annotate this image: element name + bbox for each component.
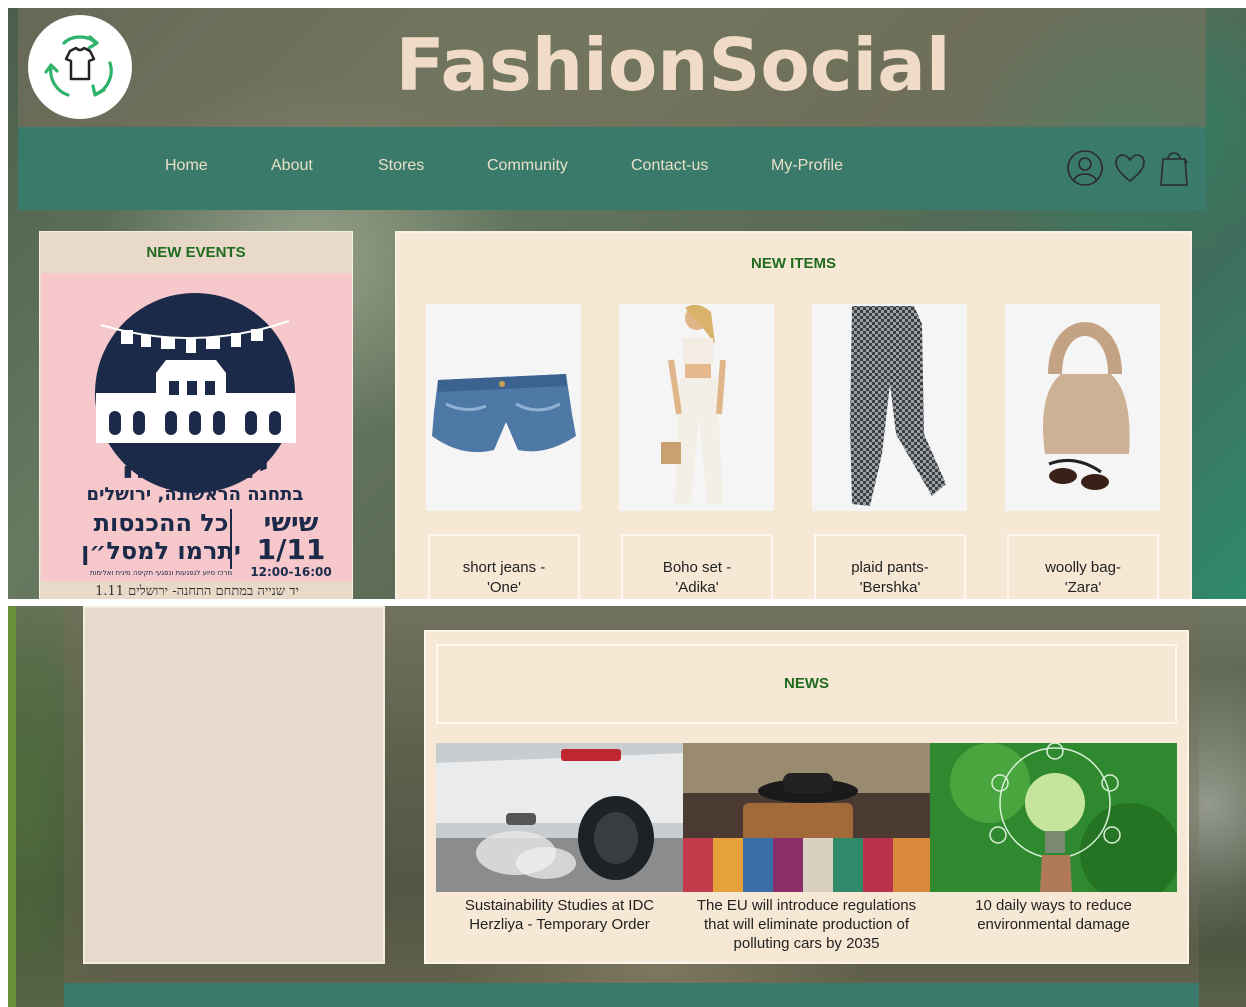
- news-headline-line: 10 daily ways to reduce: [975, 897, 1132, 914]
- news-headline-line: Herzliya - Temporary Order: [469, 916, 650, 933]
- news-article-3[interactable]: 10 daily ways to reduce environmental da…: [930, 896, 1177, 934]
- heart-icon[interactable]: [1114, 153, 1146, 183]
- item-name-line: short jeans -: [462, 559, 546, 576]
- poster-caption: 1.11 יד שנייה במתחם התחנה- ירושלים: [41, 581, 352, 599]
- poster-headline-1: כל ההכנסות: [94, 509, 229, 537]
- news-image-exhaust[interactable]: [436, 743, 683, 892]
- poster-location: בתחנה הראשונה, ירושלים: [87, 484, 304, 505]
- item-label-woolly-bag[interactable]: woolly bag- 'Zara': [1007, 534, 1159, 599]
- nav-my-profile[interactable]: My-Profile: [771, 157, 843, 175]
- item-brand-line: 'One': [486, 579, 522, 596]
- item-name-line: Boho set -: [662, 559, 732, 576]
- poster-headline-2: יתרמו למסל״ן: [81, 537, 241, 565]
- new-items-panel: NEW ITEMS short jeans - 'One' Boho set -…: [395, 231, 1192, 599]
- news-headline-line: Sustainability Studies at IDC: [464, 897, 655, 914]
- site-logo[interactable]: [28, 15, 132, 119]
- event-poster[interactable]: יד שנייה בתחנה הראשונה, ירושלים שישי 1/1…: [41, 273, 352, 599]
- item-image-plaid-pants[interactable]: [812, 304, 967, 511]
- items-title: NEW ITEMS: [751, 255, 836, 272]
- shopping-bag-icon[interactable]: [1159, 147, 1189, 187]
- item-name-line: plaid pants-: [851, 559, 929, 576]
- news-headline-line: The EU will introduce regulations: [696, 897, 917, 914]
- poster-small-text: מרכז סיוע לנפגעות ונפגעי תקיפה מינית ואל…: [90, 569, 232, 577]
- user-icon[interactable]: [1066, 149, 1104, 187]
- side-panel: [83, 606, 385, 964]
- poster-event-name: יד שנייה: [121, 442, 270, 488]
- item-image-woolly-bag[interactable]: [1005, 304, 1160, 511]
- news-image-secondhand-clothes[interactable]: [683, 743, 930, 892]
- news-headline-line: that will eliminate production of: [703, 916, 910, 933]
- nav-stores[interactable]: Stores: [378, 157, 424, 175]
- site-title: FashionSocial: [395, 23, 951, 107]
- item-label-boho-set[interactable]: Boho set - 'Adika': [621, 534, 773, 599]
- main-navbar: Home About Stores Community Contact-us M…: [18, 127, 1206, 210]
- event-poster-art: יד שנייה בתחנה הראשונה, ירושלים שישי 1/1…: [81, 293, 332, 579]
- item-brand-line: 'Zara': [1064, 579, 1102, 596]
- item-image-short-jeans[interactable]: [426, 304, 581, 511]
- home-page-bottom-screenshot: NEWS Sustainability Studies at IDC Herzl…: [8, 606, 1246, 1007]
- nav-contact-us[interactable]: Contact-us: [631, 157, 708, 175]
- new-events-panel: NEW EVENTS יד שנייה בתחנה הראשונה, ירושל…: [39, 231, 353, 599]
- home-page-top-screenshot: FashionSocial Home About Stores Communit…: [8, 8, 1246, 599]
- news-article-2[interactable]: The EU will introduce regulations that w…: [683, 896, 930, 953]
- news-headline-line: polluting cars by 2035: [733, 935, 880, 952]
- item-brand-line: 'Adika': [675, 579, 719, 596]
- item-label-plaid-pants[interactable]: plaid pants- 'Bershka': [814, 534, 966, 599]
- nav-home[interactable]: Home: [165, 157, 208, 175]
- left-edge-bar: [8, 606, 16, 1007]
- news-panel: NEWS Sustainability Studies at IDC Herzl…: [424, 630, 1189, 964]
- poster-date: 1/11: [257, 533, 326, 566]
- item-name-line: woolly bag-: [1045, 559, 1121, 576]
- news-headline-line: environmental damage: [977, 916, 1130, 933]
- item-image-boho-set[interactable]: [619, 304, 774, 511]
- item-brand-line: 'Bershka': [859, 579, 921, 596]
- news-article-1[interactable]: Sustainability Studies at IDC Herzliya -…: [436, 896, 683, 934]
- poster-time: 12:00-16:00: [250, 565, 331, 579]
- news-title: NEWS: [436, 644, 1177, 724]
- footer-bar: [64, 983, 1199, 1007]
- events-title: NEW EVENTS: [146, 244, 246, 261]
- nav-about[interactable]: About: [271, 157, 313, 175]
- item-label-short-jeans[interactable]: short jeans - 'One': [428, 534, 580, 599]
- nav-community[interactable]: Community: [487, 157, 568, 175]
- news-image-green-bulb[interactable]: [930, 743, 1177, 892]
- recycle-shirt-icon: [44, 35, 113, 97]
